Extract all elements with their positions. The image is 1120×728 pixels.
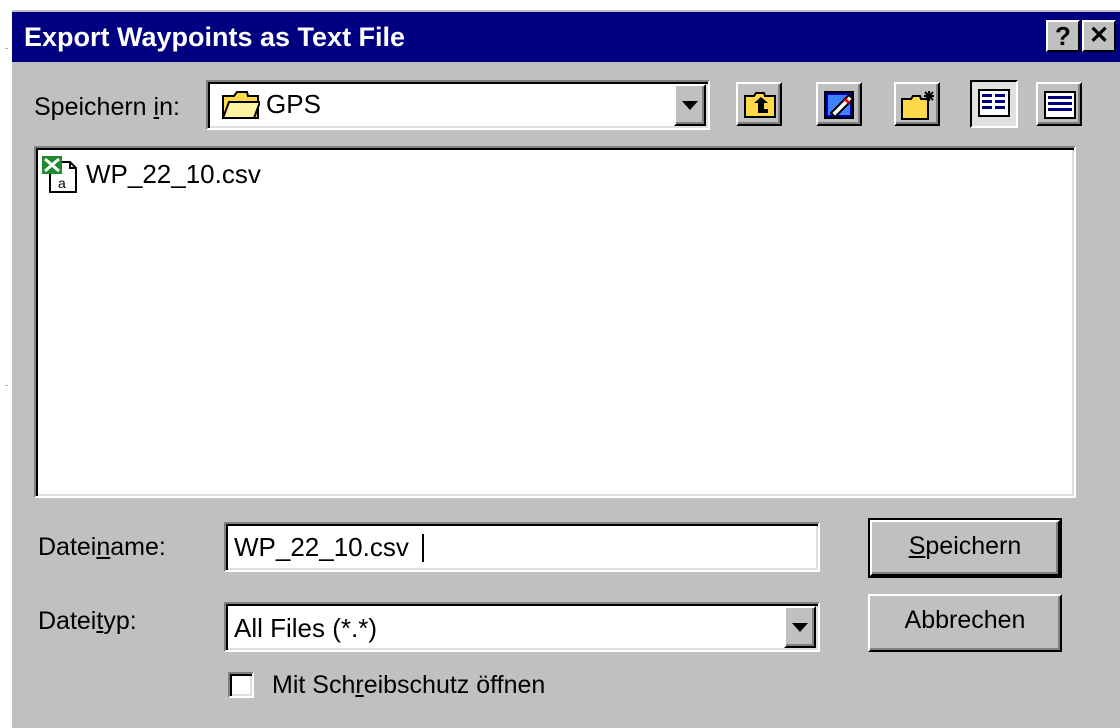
- readonly-checkbox[interactable]: [228, 672, 254, 698]
- help-button[interactable]: ?: [1046, 20, 1080, 52]
- save-in-combobox[interactable]: GPS: [206, 80, 710, 130]
- filename-label: Dateiname:: [38, 533, 166, 561]
- new-folder-button[interactable]: [894, 82, 940, 126]
- desktop-icon: [824, 91, 855, 119]
- cancel-button[interactable]: Abbrechen: [868, 594, 1062, 652]
- filename-input[interactable]: WP_22_10.csv: [224, 522, 820, 572]
- file-list[interactable]: a WP_22_10.csv: [34, 146, 1076, 498]
- close-button[interactable]: ✕: [1082, 20, 1116, 52]
- save-button-label: Speichern: [908, 532, 1022, 560]
- readonly-label[interactable]: Mit Schreibschutz öffnen: [272, 670, 545, 700]
- desktop-button[interactable]: [816, 82, 862, 126]
- up-one-level-icon: [744, 92, 776, 118]
- filetype-label: Dateityp:: [38, 607, 137, 635]
- save-in-value: GPS: [266, 89, 321, 119]
- excel-csv-file-icon: a: [42, 156, 77, 193]
- cancel-button-label: Abbrechen: [904, 606, 1026, 634]
- list-item[interactable]: a WP_22_10.csv: [40, 154, 320, 194]
- save-button[interactable]: Speichern: [868, 518, 1062, 578]
- list-view-icon: [978, 89, 1010, 117]
- new-folder-icon: [901, 91, 934, 120]
- details-view-icon: [1044, 91, 1076, 119]
- filename-value: WP_22_10.csv: [234, 532, 409, 562]
- svg-text:a: a: [58, 175, 66, 191]
- background-strip: [0, 0, 12, 728]
- save-in-dropdown-button[interactable]: [674, 84, 706, 126]
- filetype-combobox[interactable]: All Files (*.*): [224, 602, 820, 652]
- chevron-down-icon: [792, 623, 808, 632]
- filetype-dropdown-button[interactable]: [784, 606, 816, 648]
- text-cursor: [422, 534, 424, 562]
- divider-tick: [5, 385, 8, 386]
- file-name: WP_22_10.csv: [86, 159, 261, 189]
- close-icon: ✕: [1088, 22, 1110, 49]
- details-view-button[interactable]: [1036, 82, 1082, 126]
- up-one-level-button[interactable]: [736, 82, 782, 126]
- dialog-title: Export Waypoints as Text File: [24, 22, 406, 52]
- chevron-down-icon: [682, 101, 698, 110]
- divider-tick: [5, 48, 8, 49]
- title-bar[interactable]: Export Waypoints as Text File ? ✕: [12, 12, 1120, 62]
- list-view-button[interactable]: [970, 80, 1018, 128]
- save-in-label: Speichern in:: [34, 93, 180, 121]
- folder-icon: [222, 91, 260, 119]
- filetype-value: All Files (*.*): [234, 613, 378, 643]
